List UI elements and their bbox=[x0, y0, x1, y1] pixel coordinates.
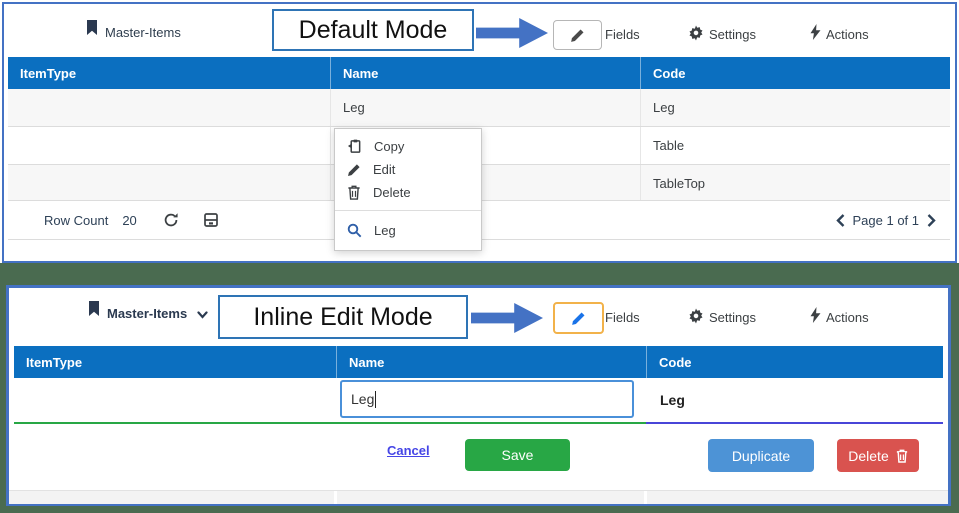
annotation-inline-edit-mode: Inline Edit Mode bbox=[218, 295, 468, 339]
annotation-default-mode: Default Mode bbox=[272, 9, 474, 51]
view-title: Master-Items bbox=[105, 25, 181, 40]
column-header-name[interactable]: Name bbox=[330, 57, 640, 89]
screenshot-root: Master-Items Default Mode Fields Setting… bbox=[0, 0, 959, 513]
lightning-icon bbox=[810, 24, 821, 40]
settings-button[interactable]: Settings bbox=[709, 27, 756, 42]
context-menu-copy[interactable]: Copy bbox=[335, 135, 481, 158]
context-menu-delete[interactable]: Delete bbox=[335, 181, 481, 204]
refresh-icon[interactable] bbox=[163, 212, 179, 228]
settings-button[interactable]: Settings bbox=[709, 310, 756, 325]
menu-divider bbox=[335, 210, 481, 211]
edit-cell-itemtype[interactable] bbox=[14, 378, 336, 424]
bookmark-icon bbox=[86, 20, 98, 36]
lightning-icon bbox=[810, 307, 821, 323]
context-menu-edit-label: Edit bbox=[373, 162, 396, 177]
items-table: ItemType Name Code Leg Leg bbox=[14, 346, 943, 424]
edit-cell-code: Leg bbox=[646, 378, 943, 424]
cell-name[interactable]: Leg bbox=[330, 89, 640, 126]
pencil-icon bbox=[571, 311, 586, 326]
chevron-down-icon[interactable] bbox=[197, 311, 208, 319]
column-header-itemtype[interactable]: ItemType bbox=[8, 57, 330, 89]
table-row[interactable]: Leg Leg bbox=[8, 89, 950, 127]
table-header-row: ItemType Name Code bbox=[8, 57, 950, 89]
context-menu-edit[interactable]: Edit bbox=[335, 158, 481, 181]
table-header-row: ItemType Name Code bbox=[14, 346, 943, 378]
edit-mode-toggle-button[interactable] bbox=[553, 302, 604, 334]
cell-itemtype[interactable] bbox=[8, 89, 330, 126]
cell-code[interactable]: TableTop bbox=[640, 165, 950, 202]
previous-page-icon[interactable] bbox=[835, 213, 845, 227]
column-header-code[interactable]: Code bbox=[640, 57, 950, 89]
next-page-icon[interactable] bbox=[927, 213, 936, 227]
next-row-partial bbox=[9, 490, 948, 504]
name-input-value: Leg bbox=[351, 391, 375, 407]
column-divider bbox=[644, 491, 647, 504]
context-menu-delete-label: Delete bbox=[373, 185, 411, 200]
cell-itemtype[interactable] bbox=[8, 165, 330, 202]
search-icon bbox=[347, 223, 362, 238]
trash-icon bbox=[896, 449, 908, 463]
trash-icon bbox=[347, 185, 361, 200]
cell-code[interactable]: Leg bbox=[640, 89, 950, 126]
row-count-value: 20 bbox=[122, 212, 137, 228]
inline-edit-mode-panel: Master-Items Inline Edit Mode Fields Set… bbox=[6, 285, 951, 506]
inline-edit-row: Leg Leg bbox=[14, 378, 943, 424]
duplicate-button[interactable]: Duplicate bbox=[708, 439, 814, 472]
default-mode-panel: Master-Items Default Mode Fields Setting… bbox=[2, 2, 957, 263]
fields-button[interactable]: Fields bbox=[605, 310, 640, 325]
delete-button[interactable]: Delete bbox=[837, 439, 919, 472]
bookmark-icon bbox=[88, 301, 100, 317]
name-input[interactable]: Leg bbox=[340, 380, 634, 418]
save-button[interactable]: Save bbox=[465, 439, 570, 471]
cancel-link[interactable]: Cancel bbox=[387, 443, 430, 458]
copy-icon bbox=[347, 139, 362, 154]
annotation-arrow-icon bbox=[476, 18, 548, 48]
row-count-label: Row Count bbox=[44, 212, 109, 228]
edit-cell-name: Leg bbox=[336, 378, 646, 424]
actions-button[interactable]: Actions bbox=[826, 310, 869, 325]
context-menu-search[interactable]: Leg bbox=[335, 217, 481, 244]
pencil-icon bbox=[570, 28, 585, 43]
pagination-label: Page 1 of 1 bbox=[852, 212, 920, 228]
context-menu-search-label: Leg bbox=[374, 223, 396, 238]
column-divider bbox=[334, 491, 337, 504]
column-header-code[interactable]: Code bbox=[646, 346, 943, 378]
view-title-dropdown[interactable]: Master-Items bbox=[107, 306, 187, 321]
delete-button-label: Delete bbox=[848, 447, 889, 464]
annotation-arrow-icon bbox=[471, 303, 543, 333]
row-context-menu: Copy Edit Delete Leg bbox=[334, 128, 482, 251]
gear-icon bbox=[688, 308, 704, 324]
pencil-icon bbox=[347, 163, 361, 177]
actions-button[interactable]: Actions bbox=[826, 27, 869, 42]
text-caret bbox=[375, 390, 377, 408]
cell-itemtype[interactable] bbox=[8, 127, 330, 164]
save-view-icon[interactable] bbox=[203, 212, 219, 228]
cell-code[interactable]: Table bbox=[640, 127, 950, 164]
column-header-name[interactable]: Name bbox=[336, 346, 646, 378]
gear-icon bbox=[688, 25, 704, 41]
context-menu-copy-label: Copy bbox=[374, 139, 405, 154]
column-header-itemtype[interactable]: ItemType bbox=[14, 346, 336, 378]
edit-mode-toggle-button[interactable] bbox=[553, 20, 602, 50]
fields-button[interactable]: Fields bbox=[605, 27, 640, 42]
